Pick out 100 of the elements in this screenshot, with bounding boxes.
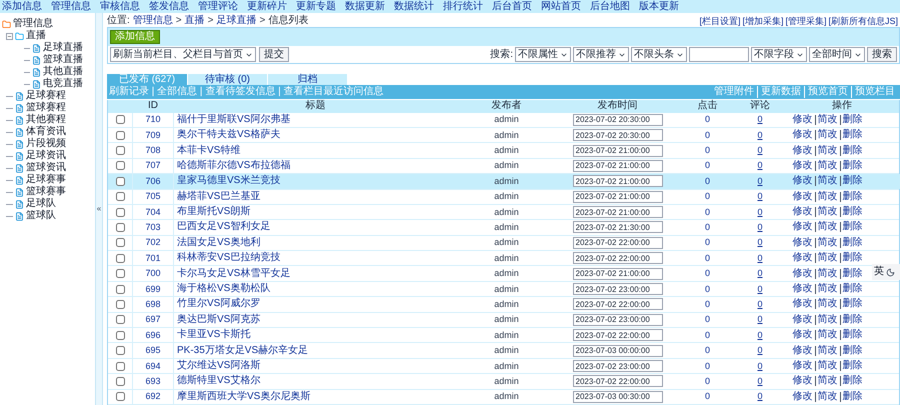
- action-link[interactable]: 删除: [840, 222, 864, 232]
- action-link[interactable]: 简改: [814, 361, 840, 371]
- search-field[interactable]: [689, 47, 749, 62]
- action-link[interactable]: 修改: [790, 207, 814, 218]
- comment-link[interactable]: 0: [757, 222, 762, 232]
- action-link[interactable]: 简改: [814, 392, 840, 402]
- input-method-menu[interactable]: 英: [872, 264, 900, 280]
- action-link[interactable]: 简改: [814, 114, 840, 125]
- action-link[interactable]: 修改: [790, 176, 814, 186]
- row-checkbox[interactable]: [116, 392, 124, 402]
- time-field[interactable]: 2023-07-02 23:00:00: [572, 360, 662, 372]
- comment-link[interactable]: 0: [757, 238, 762, 248]
- action-link[interactable]: 删除: [840, 176, 864, 186]
- row-checkbox[interactable]: [116, 284, 124, 294]
- title-link[interactable]: 海于格松VS奥勒松队: [173, 282, 458, 296]
- tab[interactable]: 归档: [267, 74, 347, 86]
- action-link[interactable]: 简改: [814, 330, 840, 340]
- time-field[interactable]: 2023-07-02 22:00:00: [572, 329, 662, 342]
- action-link[interactable]: 简改: [814, 146, 840, 156]
- action-link[interactable]: 删除: [840, 238, 864, 248]
- action-link[interactable]: 删除: [840, 361, 864, 371]
- action-link[interactable]: 删除: [840, 253, 864, 264]
- time-field[interactable]: 2023-07-02 21:00:00: [572, 190, 662, 203]
- time-field[interactable]: 2023-07-02 21:00:00: [572, 268, 662, 280]
- row-checkbox[interactable]: [116, 330, 124, 340]
- action-link[interactable]: 修改: [790, 392, 814, 402]
- title-link[interactable]: 巴西女足VS智利女足: [173, 220, 458, 235]
- title-link[interactable]: 竹里尔VS阿威尔罗: [173, 297, 458, 312]
- tree-item[interactable]: 体育资讯: [26, 127, 66, 137]
- menu-link[interactable]: 管理评论: [198, 2, 238, 12]
- time-field[interactable]: 2023-07-02 21:30:00: [572, 221, 662, 234]
- title-link[interactable]: 赫塔菲VS巴兰基亚: [173, 190, 458, 204]
- menu-link[interactable]: 后台地图: [590, 2, 630, 12]
- action-link[interactable]: 修改: [790, 284, 814, 294]
- time-field[interactable]: 2023-07-02 21:00:00: [572, 144, 662, 157]
- dropdown[interactable]: 全部时间: [809, 47, 865, 62]
- menu-link[interactable]: 添加信息: [2, 2, 42, 12]
- action-link[interactable]: 简改: [814, 314, 840, 325]
- action-link[interactable]: 删除: [840, 284, 864, 294]
- time-field[interactable]: 2023-07-02 22:00:00: [572, 236, 662, 249]
- title-link[interactable]: 艾尔维达VS阿洛斯: [173, 358, 458, 374]
- title-link[interactable]: 德斯特里VS艾格尔: [173, 374, 458, 389]
- action-link[interactable]: 修改: [790, 268, 814, 279]
- row-checkbox[interactable]: [116, 208, 124, 217]
- action-link[interactable]: 修改: [790, 299, 814, 310]
- time-field[interactable]: 2023-07-02 20:30:00: [572, 114, 662, 126]
- action-link[interactable]: 删除: [840, 130, 864, 140]
- tree-item[interactable]: 足球赛事: [26, 175, 66, 185]
- action-link[interactable]: 修改: [790, 238, 814, 248]
- menu-link[interactable]: 更新专题: [296, 2, 336, 12]
- action-link[interactable]: 简改: [814, 268, 840, 279]
- action-link[interactable]: 删除: [840, 330, 864, 340]
- row-checkbox[interactable]: [116, 362, 124, 370]
- menu-link[interactable]: 后台首页: [492, 2, 532, 12]
- comment-link[interactable]: 0: [757, 269, 762, 278]
- tree-item[interactable]: 篮球队: [26, 211, 56, 221]
- tree-item[interactable]: 足球直播: [43, 43, 83, 53]
- action-link[interactable]: 简改: [814, 160, 840, 171]
- breadcrumb-link[interactable]: 足球直播: [216, 16, 256, 26]
- comment-link[interactable]: 0: [757, 208, 762, 217]
- menu-link[interactable]: 网站首页: [541, 2, 581, 12]
- tree-item[interactable]: 篮球直播: [43, 55, 83, 65]
- splitter[interactable]: «: [95, 13, 103, 405]
- title-link[interactable]: 布里斯托VS朗斯: [173, 204, 458, 220]
- menu-link[interactable]: 数据统计: [394, 2, 434, 12]
- row-checkbox[interactable]: [116, 315, 124, 324]
- comment-link[interactable]: 0: [757, 392, 762, 402]
- action-link[interactable]: 修改: [790, 130, 814, 140]
- dropdown[interactable]: 不限属性: [515, 47, 571, 62]
- action-link[interactable]: 删除: [840, 146, 864, 156]
- title-link[interactable]: 摩里斯西班大学VS奥尔尼奥斯: [173, 390, 458, 404]
- action-link[interactable]: 修改: [790, 346, 814, 356]
- submit-button[interactable]: 搜索: [867, 47, 897, 62]
- row-checkbox[interactable]: [116, 269, 124, 278]
- title-link[interactable]: 皇家马德里VS米兰竞技: [173, 174, 458, 189]
- row-checkbox[interactable]: [116, 346, 124, 356]
- comment-link[interactable]: 0: [757, 346, 762, 356]
- action-link[interactable]: 修改: [790, 222, 814, 232]
- time-field[interactable]: 2023-07-02 20:30:00: [572, 129, 662, 142]
- action-link[interactable]: 简改: [814, 376, 840, 386]
- tree-item[interactable]: 其他赛程: [26, 115, 66, 125]
- tree-item[interactable]: 其他直播: [43, 67, 83, 77]
- dropdown[interactable]: 刷新当前栏目、父栏目与首页: [110, 47, 256, 62]
- time-field[interactable]: 2023-07-03 00:00:00: [572, 344, 662, 357]
- menu-link[interactable]: 审核信息: [100, 2, 140, 12]
- title-link[interactable]: 本菲卡VS特维: [173, 143, 458, 158]
- action-link[interactable]: 修改: [790, 146, 814, 156]
- menu-link[interactable]: 数据更新: [345, 2, 385, 12]
- time-field[interactable]: 2023-07-02 21:00:00: [572, 160, 662, 172]
- collapse-icon[interactable]: [6, 32, 13, 40]
- action-link[interactable]: 修改: [790, 376, 814, 386]
- row-checkbox[interactable]: [116, 238, 124, 248]
- action-link[interactable]: 简改: [814, 176, 840, 186]
- comment-link[interactable]: 0: [757, 362, 762, 370]
- comment-link[interactable]: 0: [757, 192, 762, 202]
- action-link[interactable]: 删除: [840, 376, 864, 386]
- submit-button[interactable]: 提交: [259, 47, 289, 62]
- row-checkbox[interactable]: [116, 130, 124, 140]
- tree-item[interactable]: 直播: [26, 31, 46, 41]
- action-link[interactable]: 修改: [790, 192, 814, 202]
